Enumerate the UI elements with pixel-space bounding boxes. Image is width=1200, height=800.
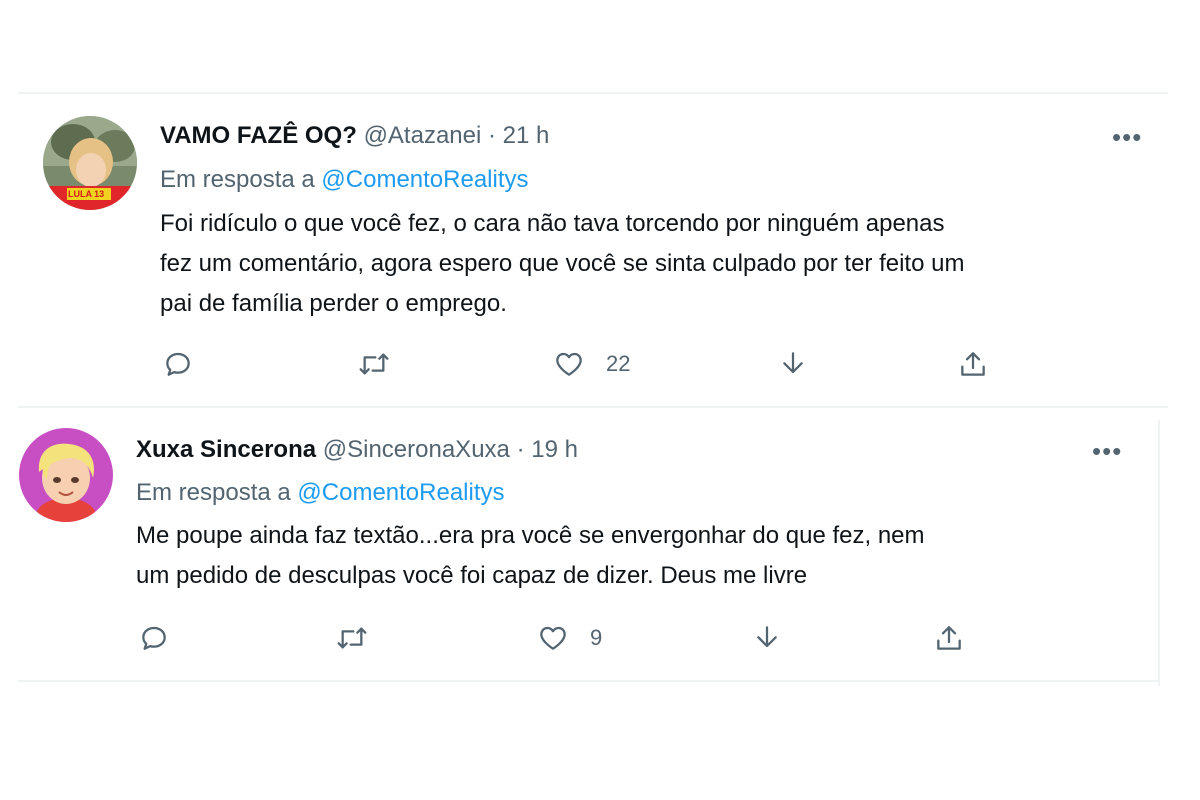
reply-icon	[166, 352, 190, 376]
like-icon	[556, 352, 582, 376]
reply-button[interactable]	[138, 622, 170, 654]
reply-prefix: Em resposta a	[136, 479, 291, 506]
timestamp[interactable]: 21 h	[503, 122, 550, 149]
display-name[interactable]: VAMO FAZÊ OQ?	[160, 122, 357, 149]
tweet-header: Xuxa Sincerona @SinceronaXuxa · 19 h	[136, 436, 578, 464]
tweet-header: VAMO FAZÊ OQ? @Atazanei · 21 h	[160, 122, 549, 150]
column-border	[1158, 420, 1160, 686]
retweet-button[interactable]	[356, 348, 392, 380]
share-button[interactable]	[956, 348, 990, 380]
user-handle[interactable]: @SinceronaXuxa	[323, 436, 510, 463]
download-icon	[783, 352, 803, 374]
share-button[interactable]	[932, 622, 966, 654]
timestamp[interactable]: 19 h	[531, 436, 578, 463]
share-icon	[937, 626, 961, 650]
retweet-icon	[359, 353, 389, 375]
reply-context: Em resposta a @ComentoRealitys	[160, 166, 529, 194]
download-button[interactable]	[776, 348, 810, 380]
reply-icon	[142, 626, 166, 650]
user-handle[interactable]: @Atazanei	[364, 122, 482, 149]
reply-button[interactable]	[162, 348, 194, 380]
display-name[interactable]: Xuxa Sincerona	[136, 436, 316, 463]
more-icon[interactable]: •••	[1092, 436, 1122, 467]
more-icon[interactable]: •••	[1112, 122, 1142, 153]
share-icon	[961, 352, 985, 376]
divider-bottom	[18, 680, 1160, 682]
retweet-icon	[337, 627, 367, 649]
reply-prefix: Em resposta a	[160, 166, 315, 193]
divider-middle	[18, 406, 1168, 408]
separator-dot: ·	[516, 436, 525, 463]
tweet-text: Me poupe ainda faz textão...era pra você…	[136, 516, 925, 596]
avatar[interactable]	[19, 428, 113, 522]
tweet-text-line: fez um comentário, agora espero que você…	[160, 250, 965, 277]
like-icon	[540, 626, 566, 650]
tweet-text-line: Me poupe ainda faz textão...era pra você…	[136, 522, 925, 549]
tweet-text-line: um pedido de desculpas você foi capaz de…	[136, 562, 808, 589]
separator-dot: ·	[488, 122, 496, 149]
like-count: 22	[606, 351, 631, 376]
tweet-text-line: Foi ridículo o que você fez, o cara não …	[160, 210, 945, 237]
avatar[interactable]: LULA 13	[43, 116, 137, 210]
avatar-badge-text: LULA 13	[68, 189, 105, 199]
retweet-button[interactable]	[334, 622, 370, 654]
reply-context: Em resposta a @ComentoRealitys	[136, 479, 505, 507]
tweet-text-line: pai de família perder o emprego.	[160, 290, 507, 317]
reply-mention-link[interactable]: @ComentoRealitys	[297, 479, 504, 506]
divider-top	[18, 92, 1168, 94]
reply-mention-link[interactable]: @ComentoRealitys	[321, 166, 528, 193]
like-button[interactable]: 9	[536, 622, 602, 654]
tweet-text: Foi ridículo o que você fez, o cara não …	[160, 204, 964, 324]
like-button[interactable]: 22	[552, 348, 630, 380]
download-button[interactable]	[750, 622, 784, 654]
download-icon	[757, 626, 777, 648]
like-count: 9	[590, 625, 603, 650]
